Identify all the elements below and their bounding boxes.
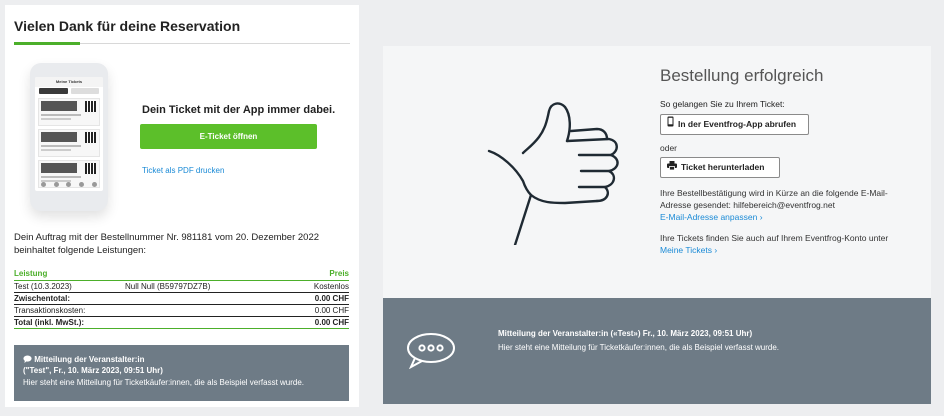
confirmation-email-panel: Vielen Dank für deine Reservation Meine … [5,5,359,407]
ticket-access-subtitle: So gelangen Sie zu Ihrem Ticket: [660,99,785,109]
confirmation-info-text: Ihre Bestellbestätigung wird in Kürze an… [660,188,888,223]
phone-ticket-card [38,98,100,126]
phone-ticket-card [38,129,100,157]
subtotal-label: Zwischentotal: [14,294,71,303]
or-text: oder [660,143,678,153]
account-info-text: Ihre Tickets finden Sie auch auf Ihrem E… [660,233,889,256]
fees-value: 0.00 CHF [314,306,349,315]
order-table: Leistung Preis Test (10.3.2023) Null Nul… [14,268,349,329]
thumbs-up-icon [487,102,619,245]
phone-screen: Meine Tickets [35,77,103,191]
app-promo-text: Dein Ticket mit der App immer dabei. [142,104,336,116]
message-heading: Mitteilung der Veranstalter:in [23,355,144,364]
item-holder: Null Null (B59797DZ7B) [125,282,211,291]
print-pdf-link[interactable]: Ticket als PDF drucken [142,166,224,175]
success-title: Bestellung erfolgreich [660,66,824,85]
total-label: Total (inkl. MwSt.): [14,318,85,327]
order-success-panel: Bestellung erfolgreich So gelangen Sie z… [383,46,931,404]
open-in-app-label: In der Eventfrog-App abrufen [678,119,797,129]
message-body: Hier steht eine Mitteilung für Ticketkäu… [498,343,780,352]
phone-screen-header: Meine Tickets [35,77,103,87]
title-accent-bar [14,42,80,45]
subtotal-value: 0.00 CHF [314,294,349,303]
total-row: Total (inkl. MwSt.): 0.00 CHF [14,317,349,329]
download-ticket-button[interactable]: Ticket herunterladen [660,157,780,178]
organizer-message-box: Mitteilung der Veranstalter:in («Test») … [383,298,931,404]
message-event-info: ("Test", Fr., 10. März 2023, 09:51 Uhr) [23,366,163,375]
email-title: Vielen Dank für deine Reservation [14,18,241,34]
message-heading: Mitteilung der Veranstalter:in («Test») … [498,329,753,338]
subtotal-row: Zwischentotal: 0.00 CHF [14,293,349,305]
phone-mockup-image: Meine Tickets [30,63,108,211]
smartphone-icon [667,115,674,134]
header-service: Leistung [14,269,48,278]
download-ticket-label: Ticket herunterladen [681,162,765,172]
phone-nav-bar [37,179,101,189]
table-header-row: Leistung Preis [14,268,349,281]
item-name: Test (10.3.2023) [14,282,72,291]
speech-bubble-icon [407,333,455,369]
open-in-app-button[interactable]: In der Eventfrog-App abrufen [660,114,809,135]
table-row: Test (10.3.2023) Null Null (B59797DZ7B) … [14,281,349,293]
item-price: Kostenlos [313,282,349,291]
header-price: Preis [329,269,349,278]
total-value: 0.00 CHF [314,318,349,327]
order-summary-text: Dein Auftrag mit der Bestellnummer Nr. 9… [14,232,320,256]
fees-row: Transaktionskosten: 0.00 CHF [14,305,349,317]
organizer-message-box: Mitteilung der Veranstalter:in ("Test", … [14,345,349,401]
phone-tabs [35,87,103,95]
printer-icon [667,158,677,177]
message-body: Hier steht eine Mitteilung für Ticketkäu… [23,378,305,387]
open-eticket-button[interactable]: E-Ticket öffnen [140,124,317,149]
speech-bubble-icon [23,355,34,364]
fees-label: Transaktionskosten: [14,306,86,315]
change-email-link[interactable]: E-Mail-Adresse anpassen › [660,211,888,223]
my-tickets-link[interactable]: Meine Tickets › [660,244,888,256]
